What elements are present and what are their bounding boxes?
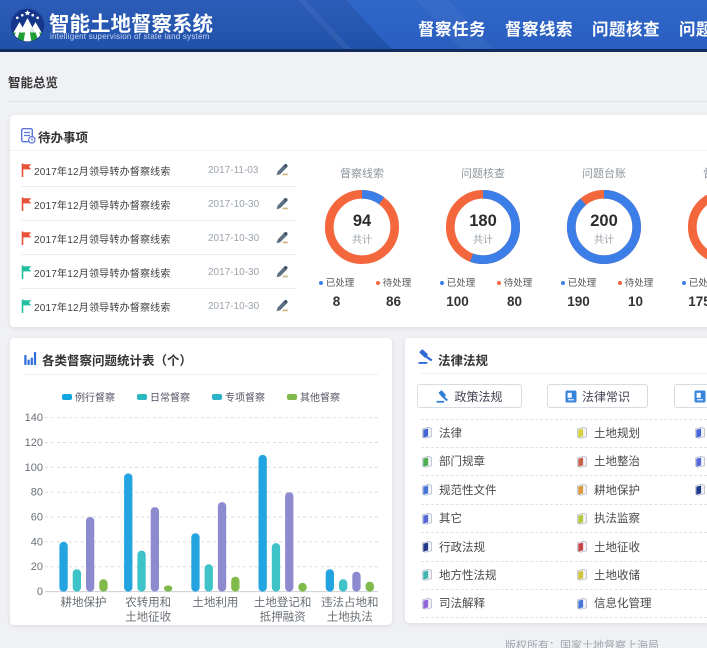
- svg-text:耕地保护: 耕地保护: [61, 594, 107, 610]
- svg-text:100: 100: [25, 462, 43, 474]
- svg-text:140: 140: [25, 412, 43, 424]
- svg-text:120: 120: [25, 437, 43, 449]
- svg-text:80: 80: [31, 487, 43, 499]
- svg-text:60: 60: [31, 512, 43, 524]
- svg-text:40: 40: [31, 536, 43, 548]
- svg-text:20: 20: [31, 561, 43, 573]
- svg-text:土地执法: 土地执法: [327, 609, 373, 625]
- svg-text:土地利用: 土地利用: [192, 594, 238, 610]
- svg-text:0: 0: [37, 586, 43, 598]
- svg-text:土地征收: 土地征收: [125, 609, 171, 625]
- svg-text:抵押融资: 抵押融资: [260, 609, 306, 625]
